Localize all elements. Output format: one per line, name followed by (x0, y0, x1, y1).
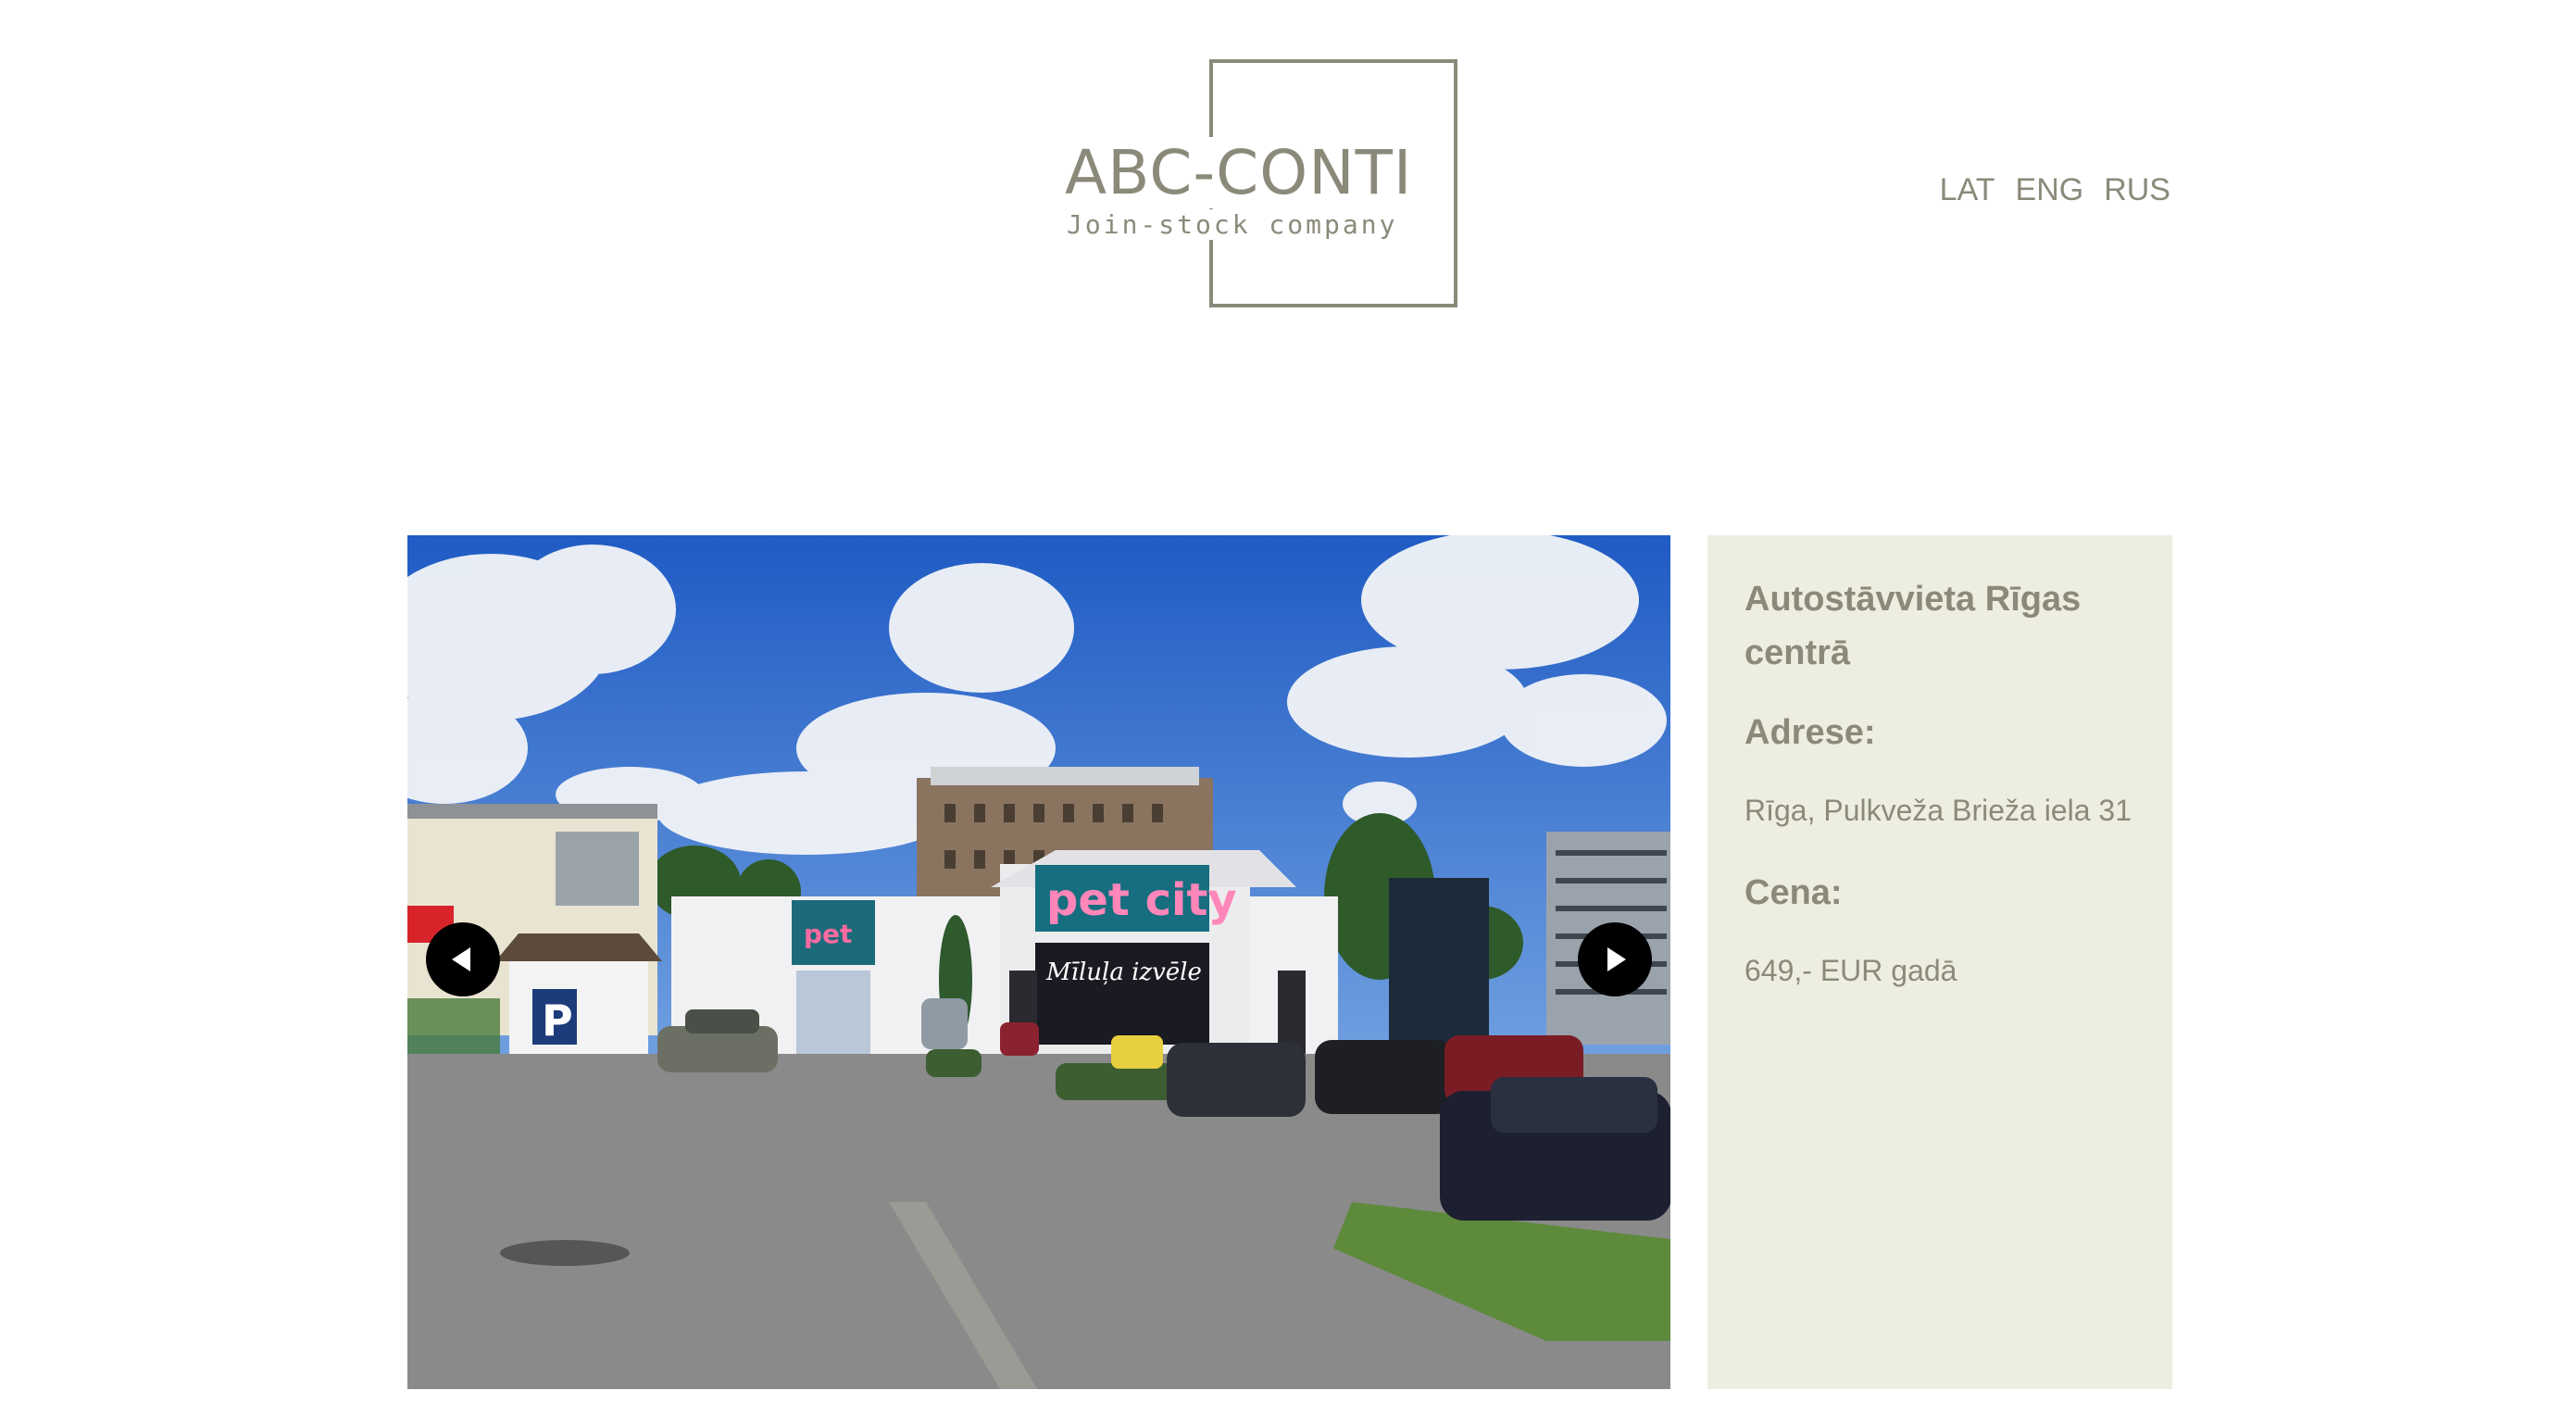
svg-text:P: P (542, 996, 573, 1046)
next-photo-button[interactable] (1578, 922, 1652, 996)
svg-text:pet city: pet city (1046, 874, 1237, 926)
photo-gallery: P pet pet city Mīluļa izvēle (407, 535, 1670, 1389)
svg-text:Mīluļa izvēle: Mīluļa izvēle (1045, 958, 1202, 986)
page: ABC-CONTI Join-stock company LAT ENG RUS (0, 0, 2576, 1428)
listing-title: Autostāvvieta Rīgas centrā (1744, 580, 2082, 672)
svg-text:pet: pet (804, 919, 852, 949)
previous-photo-button[interactable] (426, 922, 500, 996)
price-value: 649,- EUR gadā (1744, 954, 1957, 987)
listing-info-panel: Autostāvvieta Rīgas centrā Adrese: Rīga,… (1707, 535, 2172, 1389)
logo-title: ABC-CONTI (1065, 137, 1415, 208)
language-switcher: LAT ENG RUS (1940, 172, 2170, 208)
price-label: Cena: (1744, 873, 1843, 912)
arrow-right-icon (1607, 947, 1626, 971)
address-label: Adrese: (1744, 713, 1876, 752)
gallery-photo: P pet pet city Mīluļa izvēle (407, 535, 1670, 1389)
lang-rus-link[interactable]: RUS (2104, 172, 2170, 208)
arrow-left-icon (452, 947, 470, 971)
address-value: Rīga, Pulkveža Brieža iela 31 (1744, 794, 2132, 827)
lang-lat-link[interactable]: LAT (1940, 172, 1995, 208)
logo-subtitle: Join-stock company (1067, 209, 1398, 240)
company-logo[interactable]: ABC-CONTI Join-stock company (1065, 59, 1472, 319)
lang-eng-link[interactable]: ENG (2016, 172, 2084, 208)
